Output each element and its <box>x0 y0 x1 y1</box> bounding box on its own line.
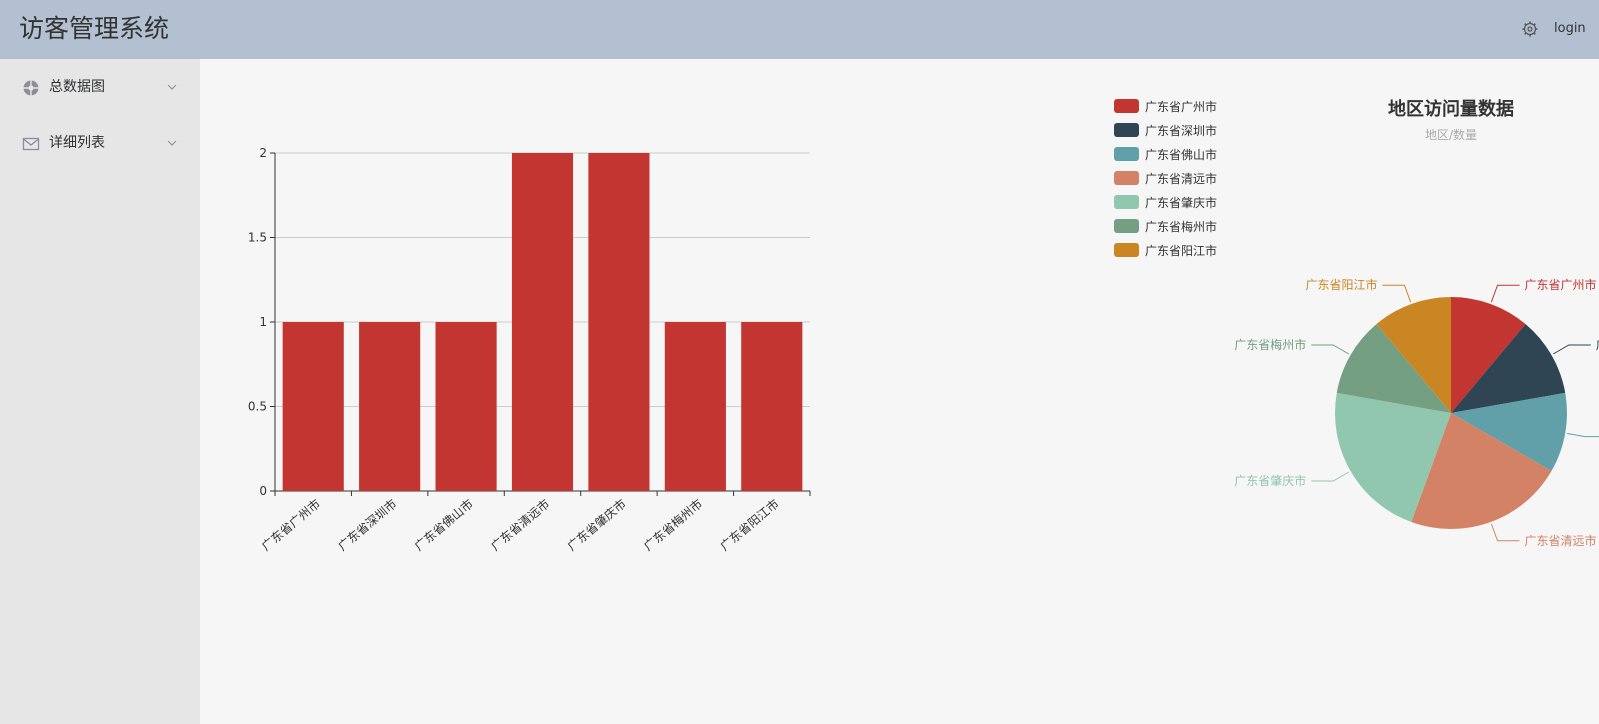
top-header: 访客管理系统 login <box>0 0 1599 59</box>
gear-icon[interactable] <box>1520 19 1540 39</box>
x-tick-label: 广东省清远市 <box>488 496 553 554</box>
pie-label-line <box>1490 523 1520 542</box>
y-tick-label: 0 <box>259 484 267 498</box>
legend-swatch <box>1114 195 1139 209</box>
pie-label-line <box>1311 471 1350 482</box>
sidebar: 总数据图 详细列表 <box>0 59 200 724</box>
pie-label-line <box>1567 432 1599 438</box>
bar[interactable] <box>511 153 574 491</box>
sidebar-item-overview[interactable]: 总数据图 <box>0 59 200 115</box>
pie-label-line <box>1311 344 1350 355</box>
pie-label: 广东省肇庆市 <box>1234 473 1306 488</box>
x-tick-label: 广东省梅州市 <box>640 496 705 554</box>
sidebar-item-list[interactable]: 详细列表 <box>0 115 200 171</box>
legend-label: 广东省佛山市 <box>1145 147 1217 162</box>
legend-item[interactable]: 广东省广州市 <box>1114 99 1217 114</box>
legend-label: 广东省肇庆市 <box>1145 195 1217 210</box>
bar-chart: 00.511.52广东省广州市 广东省深圳市 广东省佛山市 广东省清远市 广东省肇庆市广… <box>248 146 811 554</box>
legend-swatch <box>1114 147 1139 161</box>
bar[interactable] <box>588 153 650 491</box>
x-tick-label: 广东省阳江市 <box>717 496 782 554</box>
sidebar-item-label: 详细列表 <box>49 135 105 151</box>
legend-item[interactable]: 广东省深圳市 <box>1114 123 1217 138</box>
pie-label: 广东省广州市 <box>1525 277 1597 292</box>
pie-label: 广东省阳江市 <box>1305 277 1377 292</box>
chart-subtitle: 地区/数量 <box>1425 127 1477 142</box>
bar[interactable] <box>359 322 421 491</box>
legend-label: 广东省阳江市 <box>1145 243 1217 258</box>
legend-item[interactable]: 广东省梅州市 <box>1114 219 1217 234</box>
y-tick-label: 0.5 <box>248 400 267 414</box>
mail-icon <box>22 137 40 151</box>
legend-item[interactable]: 广东省佛山市 <box>1114 147 1217 162</box>
bar[interactable] <box>741 322 803 491</box>
pie-label-line <box>1382 284 1412 303</box>
main-content: 0 0.5 1 1.5 2 广东省广州市 广东省深圳市 广东省佛山市 广东省清远市 广东省肇庆市广… <box>200 59 1599 724</box>
app-title: 访客管理系统 <box>19 14 170 43</box>
legend-label: 广东省清远市 <box>1145 171 1217 186</box>
pie-label: 广东省梅州市 <box>1234 337 1306 352</box>
y-tick-label: 1.5 <box>248 231 267 245</box>
sidebar-item-label: 总数据图 <box>49 79 105 95</box>
legend-label: 广东省广州市 <box>1145 99 1217 114</box>
pie-label-line <box>1552 344 1591 355</box>
legend-item[interactable]: 广东省阳江市 <box>1114 243 1217 258</box>
login-link[interactable]: login <box>1554 20 1586 38</box>
x-tick-label: 广东省深圳市 <box>335 496 400 554</box>
pie-chart: 广东省广州市广东省深圳市广东省佛山市广东省清远市广东省肇庆市广东省梅州市广东省阳… <box>1114 98 1599 548</box>
x-tick-label: 广东省佛山市 <box>411 496 476 554</box>
y-tick-label: 1 <box>259 315 267 329</box>
chevron-down-icon <box>167 84 177 90</box>
legend-label: 广东省梅州市 <box>1145 219 1217 234</box>
chevron-down-icon <box>167 140 177 146</box>
bar[interactable] <box>664 322 726 491</box>
legend-swatch <box>1114 99 1139 113</box>
legend-label: 广东省深圳市 <box>1145 123 1217 138</box>
legend-swatch <box>1114 219 1139 233</box>
pie-label: 广东省清远市 <box>1525 533 1597 548</box>
legend-item[interactable]: 广东省肇庆市 <box>1114 195 1217 210</box>
chart-title: 地区访问量数据 <box>1388 98 1514 120</box>
dashboard-icon <box>23 80 39 96</box>
y-tick-label: 2 <box>259 146 267 160</box>
legend-swatch <box>1114 123 1139 137</box>
legend-swatch <box>1114 171 1139 185</box>
x-tick-label: 广东省肇庆市 <box>564 496 629 554</box>
bar[interactable] <box>282 322 344 491</box>
legend-item[interactable]: 广东省清远市 <box>1114 171 1217 186</box>
x-tick-label: 广东省广州市 <box>258 496 323 554</box>
legend-swatch <box>1114 243 1139 257</box>
pie-label-line <box>1490 284 1520 303</box>
bar[interactable] <box>435 322 497 491</box>
